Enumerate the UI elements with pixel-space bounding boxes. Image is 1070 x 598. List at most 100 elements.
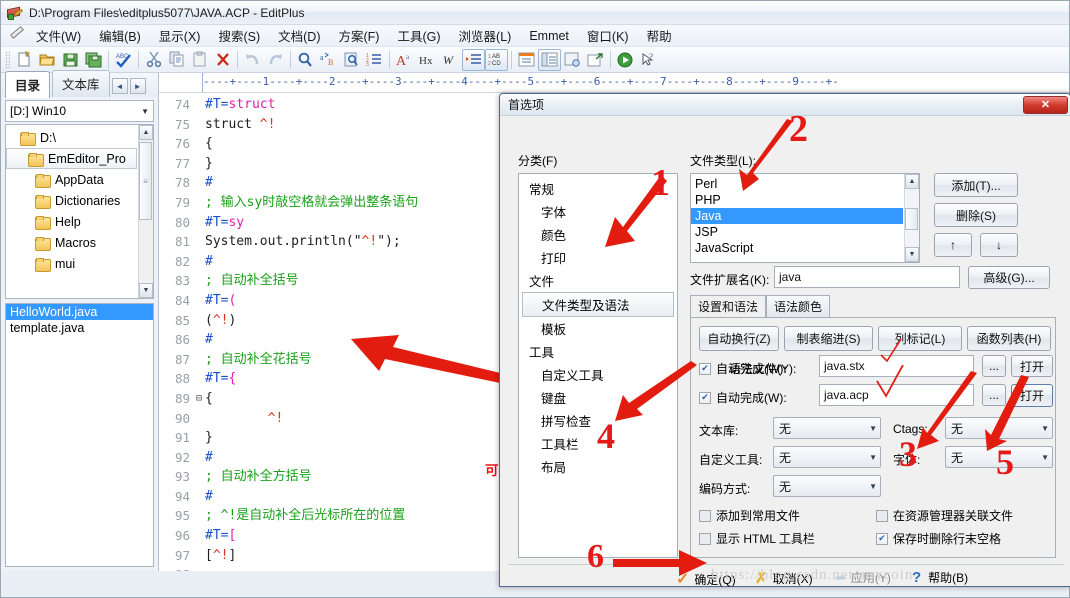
menu-item-browser[interactable]: 浏览器(L) [450, 23, 521, 48]
tree-item[interactable]: Macros [6, 232, 153, 253]
split-view-icon[interactable] [538, 49, 561, 71]
open-file-icon[interactable] [36, 49, 59, 71]
tab-prev-button[interactable]: ◄ [112, 78, 128, 94]
menu-item-tools[interactable]: 工具(G) [388, 23, 449, 48]
fold-margin[interactable]: ⊟ [193, 93, 205, 571]
toggle-indent-icon[interactable] [462, 49, 485, 71]
filetype-item-perl[interactable]: Perl [691, 176, 903, 192]
replace-icon[interactable]: a B [317, 49, 340, 71]
preview-icon[interactable] [561, 49, 584, 71]
category-item-keyboard[interactable]: 键盘 [519, 386, 677, 409]
list-item[interactable]: HelloWorld.java [6, 304, 153, 320]
save-file-icon[interactable] [59, 49, 82, 71]
category-item-layout[interactable]: 布局 [519, 455, 677, 478]
menu-item-view[interactable]: 显示(X) [150, 23, 210, 48]
syntax-file-browse-button[interactable]: ... [982, 355, 1006, 377]
syntax-file-input[interactable]: java.stx [819, 355, 974, 377]
add-button[interactable]: 添加(T)... [934, 173, 1018, 197]
advanced-button[interactable]: 高级(G)... [968, 266, 1050, 289]
hex-icon[interactable]: Hx [416, 49, 439, 71]
sort-lines-icon[interactable]: 1 AB 2 CD [485, 49, 508, 71]
scroll-thumb[interactable]: ≡ [139, 142, 152, 220]
encoding-select[interactable]: 无 ▼ [773, 475, 881, 497]
autocomplete-open-button[interactable]: 打开 [1011, 384, 1053, 407]
autocomplete-checkbox[interactable]: ✔ 自动完成(W): [699, 360, 787, 377]
save-all-icon[interactable] [82, 49, 105, 71]
filetype-item-php[interactable]: PHP [691, 192, 903, 208]
autocomplete-file-input[interactable]: java.acp [819, 384, 974, 406]
tab-next-button[interactable]: ► [130, 78, 146, 94]
category-item-filetype-syntax[interactable]: 文件类型及语法 [522, 292, 674, 317]
word-wrap-button[interactable]: 自动换行(Z) [699, 326, 779, 351]
tree-item[interactable]: mui [6, 253, 153, 274]
tab-indent-button[interactable]: 制表缩进(S) [784, 326, 873, 351]
menu-item-help[interactable]: 帮助 [638, 23, 681, 48]
filetype-item-javascript[interactable]: JavaScript [691, 240, 903, 256]
tree-scrollbar[interactable]: ▲ ≡ ▼ [138, 125, 153, 298]
tab-directory[interactable]: 目录 [5, 71, 50, 98]
explorer-associate-checkbox[interactable]: 在资源管理器关联文件 [876, 507, 1013, 524]
scroll-up-icon[interactable]: ▲ [139, 125, 153, 140]
external-browser-icon[interactable] [584, 49, 607, 71]
context-help-icon[interactable]: ? [637, 49, 660, 71]
fold-toggle[interactable]: ⊟ [193, 389, 205, 409]
function-list-button[interactable]: 函数列表(H) [967, 326, 1051, 351]
filetype-item-jsp[interactable]: JSP [691, 224, 903, 240]
menu-item-search[interactable]: 搜索(S) [209, 23, 269, 48]
menu-item-emmet[interactable]: Emmet [520, 26, 578, 46]
menu-item-project[interactable]: 方案(F) [330, 23, 389, 48]
new-file-icon[interactable] [13, 49, 36, 71]
category-item-print[interactable]: 打印 [519, 246, 677, 269]
category-item-file[interactable]: 文件 [519, 269, 677, 292]
close-icon[interactable]: ✕ [1023, 96, 1068, 114]
delete-button[interactable]: 删除(S) [934, 203, 1018, 227]
ctags-select[interactable]: 无 ▼ [945, 417, 1053, 439]
run-icon[interactable] [614, 49, 637, 71]
tree-item[interactable]: AppData [6, 169, 153, 190]
file-list[interactable]: HelloWorld.java template.java [5, 303, 154, 567]
font-size-icon[interactable]: A a [393, 49, 416, 71]
tab-settings-syntax[interactable]: 设置和语法 [690, 295, 766, 319]
custom-tool-select[interactable]: 无 ▼ [773, 446, 881, 468]
show-html-toolbar-checkbox[interactable]: 显示 HTML 工具栏 [699, 530, 815, 547]
category-list[interactable]: 常规 字体 颜色 打印 文件 文件类型及语法 模板 工具 自定义工具 键盘 拼写… [518, 173, 678, 558]
autocomplete-browse-button[interactable]: ... [982, 384, 1006, 406]
toolbar-grip[interactable] [5, 51, 10, 69]
paste-icon[interactable] [188, 49, 211, 71]
trim-trailing-space-checkbox[interactable]: ✔ 保存时删除行末空格 [876, 530, 1001, 547]
drive-selector[interactable]: [D:] Win10 ▼ [5, 100, 154, 122]
tab-syntax-colors[interactable]: 语法颜色 [766, 295, 830, 318]
filetype-item-java[interactable]: Java [691, 208, 903, 224]
menu-item-document[interactable]: 文档(D) [269, 23, 329, 48]
category-item-color[interactable]: 颜色 [519, 223, 677, 246]
redo-icon[interactable] [264, 49, 287, 71]
tree-item[interactable]: EmEditor_Pro [6, 148, 137, 169]
tree-item[interactable]: D:\ [6, 127, 153, 148]
menu-item-edit[interactable]: 编辑(B) [90, 23, 150, 48]
category-item-tools[interactable]: 工具 [519, 340, 677, 363]
menu-item-file[interactable]: 文件(W) [27, 23, 90, 48]
category-item-custom-tools[interactable]: 自定义工具 [519, 363, 677, 386]
move-up-button[interactable]: ↑ [934, 233, 972, 257]
output-window-icon[interactable] [515, 49, 538, 71]
undo-icon[interactable] [241, 49, 264, 71]
tree-item[interactable]: Help [6, 211, 153, 232]
scroll-down-icon[interactable]: ▼ [139, 283, 153, 298]
syntax-file-open-button[interactable]: 打开 [1011, 355, 1053, 377]
extension-input[interactable]: java [774, 266, 960, 288]
word-wrap-icon[interactable]: W [439, 49, 462, 71]
column-marker-button[interactable]: 列标记(L) [878, 326, 962, 351]
delete-icon[interactable] [211, 49, 234, 71]
autocomplete-checkbox-row[interactable]: ✔ 自动完成(W): [699, 389, 787, 406]
spellcheck-icon[interactable]: ABC [112, 49, 135, 71]
add-to-favorites-checkbox[interactable]: 添加到常用文件 [699, 507, 800, 524]
scroll-up-icon[interactable]: ▲ [905, 174, 919, 189]
folder-tree[interactable]: D:\ EmEditor_Pro AppData Dictionaries He… [5, 124, 154, 299]
scroll-thumb[interactable] [905, 208, 918, 230]
help-button[interactable]: ? 帮助(B) [912, 569, 968, 586]
tab-text-library[interactable]: 文本库 [52, 70, 110, 97]
tree-item[interactable]: Dictionaries [6, 190, 153, 211]
filetype-scrollbar[interactable]: ▲ ▼ [904, 174, 919, 262]
menu-item-window[interactable]: 窗口(K) [578, 23, 638, 48]
move-down-button[interactable]: ↓ [980, 233, 1018, 257]
